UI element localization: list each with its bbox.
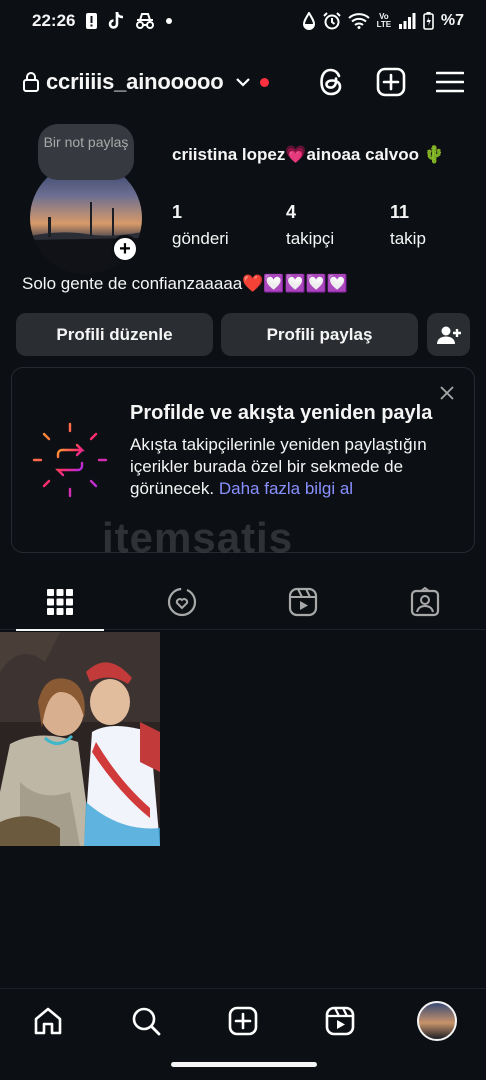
create-post-icon[interactable] <box>376 67 406 97</box>
tiktok-icon <box>107 11 125 31</box>
notification-icon <box>85 12 98 30</box>
tab-tagged[interactable] <box>381 574 469 630</box>
chevron-down-icon[interactable] <box>235 77 250 87</box>
notification-dot <box>259 77 269 87</box>
profile-tabs <box>0 574 486 631</box>
lock-icon <box>22 71 40 93</box>
profile-header: ccriiiis_ainooooo <box>0 56 486 108</box>
battery-percent: %7 <box>440 12 464 29</box>
status-time: 22:26 <box>32 11 76 30</box>
stat-following-value: 11 <box>390 202 410 222</box>
bottom-navigation <box>0 988 486 1052</box>
threads-icon[interactable] <box>318 67 346 97</box>
profile-avatar-small <box>417 1001 457 1041</box>
tab-posts-grid[interactable] <box>16 574 104 631</box>
edit-profile-button[interactable]: Profili düzenle <box>16 313 213 356</box>
share-profile-button[interactable]: Profili paylaş <box>221 313 418 356</box>
discover-people-button[interactable] <box>427 313 470 356</box>
post-thumbnail[interactable] <box>0 632 160 846</box>
add-person-icon <box>436 325 461 345</box>
tab-reposts[interactable] <box>138 574 226 630</box>
bio: Solo gente de confianzaaaaa❤️💟💟💟💟 <box>22 274 349 293</box>
dot-icon <box>165 17 173 25</box>
create-icon <box>227 1005 259 1037</box>
close-icon[interactable] <box>440 386 454 400</box>
signal-icon <box>398 13 416 29</box>
battery-icon <box>423 12 434 30</box>
repost-gradient-icon <box>30 420 110 500</box>
username[interactable]: ccriiiis_ainooooo <box>46 69 224 95</box>
search-icon <box>130 1005 162 1037</box>
nav-search[interactable] <box>124 1001 168 1041</box>
note-bubble[interactable]: Bir not paylaş <box>38 124 134 180</box>
reels-icon <box>324 1005 356 1037</box>
home-icon <box>32 1005 64 1037</box>
repost-icon <box>166 586 198 618</box>
nav-profile[interactable] <box>415 1001 459 1041</box>
gesture-home-bar[interactable] <box>171 1062 317 1067</box>
reels-icon <box>288 587 318 617</box>
wifi-icon <box>348 13 370 29</box>
tagged-icon <box>410 587 440 617</box>
stat-followers-label: takipçi <box>286 229 335 248</box>
stat-posts[interactable]: 1 gönderi <box>172 202 229 249</box>
incognito-icon <box>134 12 156 30</box>
stat-followers-value: 4 <box>286 202 297 222</box>
stat-following-label: takip <box>390 229 426 248</box>
stat-followers[interactable]: 4 takipçi <box>286 202 334 249</box>
grid-icon <box>47 589 73 615</box>
watermark-text: itemsatis <box>102 514 294 561</box>
stat-posts-label: gönderi <box>172 229 229 248</box>
watermark: itemsatis <box>102 514 293 562</box>
full-name: criistina lopez💗ainoaa calvoo 🌵 <box>172 145 445 164</box>
status-bar: 22:26 Vo LTE %7 <box>0 0 486 42</box>
drop-icon <box>302 12 316 30</box>
menu-icon[interactable] <box>436 70 464 94</box>
learn-more-link[interactable]: Daha fazla bilgi al <box>219 479 353 498</box>
add-story-icon[interactable]: + <box>111 235 139 263</box>
alarm-icon <box>323 12 341 30</box>
stat-posts-value: 1 <box>172 202 183 222</box>
repost-card-description: Akışta takipçilerinle yeniden paylaştığı… <box>130 434 450 500</box>
volte-icon: Vo LTE <box>376 12 392 29</box>
nav-reels[interactable] <box>318 1001 362 1041</box>
stat-following[interactable]: 11 takip <box>390 202 426 249</box>
repost-card-title: Profilde ve akışta yeniden payla <box>130 402 433 424</box>
nav-home[interactable] <box>26 1001 70 1041</box>
tab-reels[interactable] <box>259 574 347 630</box>
nav-create[interactable] <box>221 1001 265 1041</box>
